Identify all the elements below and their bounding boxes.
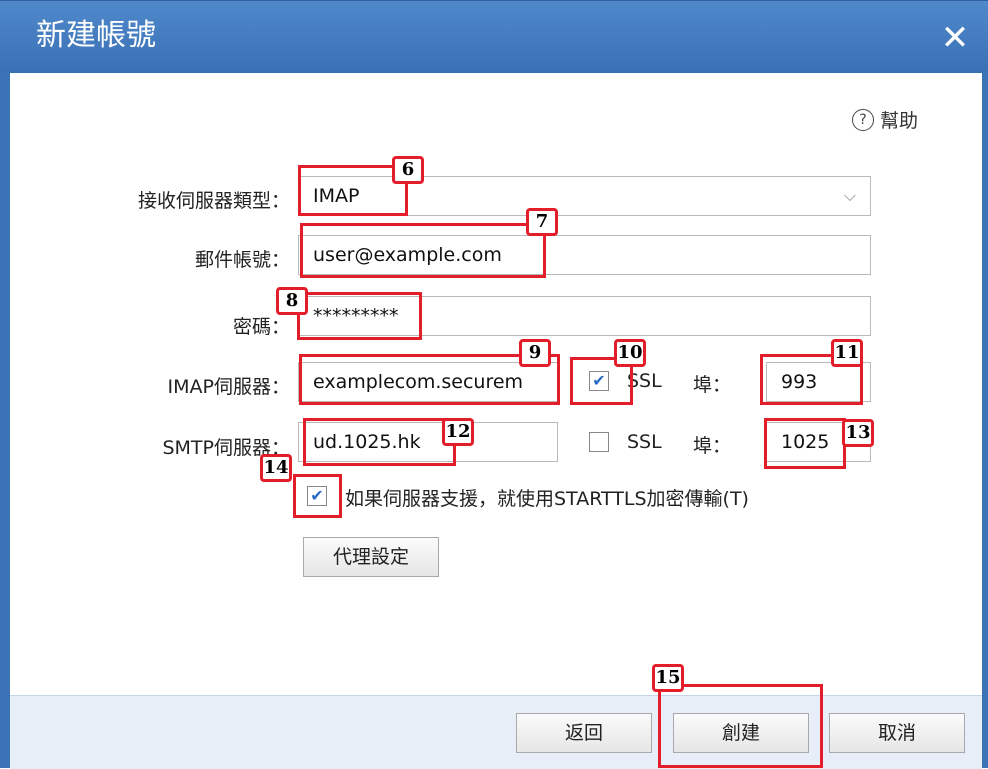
annotation-badge-13: 13 [842, 419, 874, 447]
annotation-badge-7: 7 [526, 208, 558, 236]
create-button[interactable]: 創建 [673, 713, 809, 753]
help-circle-icon: ? [852, 108, 874, 131]
imap-ssl-label: SSL [627, 370, 662, 392]
cancel-button[interactable]: 取消 [829, 713, 965, 753]
email-label: 郵件帳號： [194, 249, 290, 271]
annotation-badge-9: 9 [519, 339, 551, 367]
annotation-badge-12: 12 [442, 418, 474, 446]
close-icon[interactable]: ✕ [938, 21, 972, 55]
password-label: 密碼： [232, 316, 290, 338]
help-link[interactable]: ? 幫助 [852, 106, 918, 133]
server-type-value: IMAP [313, 185, 360, 207]
imap-port-field[interactable]: 993 [766, 362, 871, 402]
title-bar: 新建帳號 ✕ [0, 0, 988, 73]
new-account-dialog: 新建帳號 ✕ ? 幫助 接收伺服器類型： IMAP ⌵ 郵件帳號： user@e… [0, 0, 988, 769]
back-button[interactable]: 返回 [516, 713, 652, 753]
imap-server-label: IMAP伺服器： [167, 376, 290, 398]
smtp-ssl-checkbox[interactable]: ✔ [589, 432, 609, 452]
email-field[interactable]: user@example.com [298, 235, 871, 275]
smtp-ssl-label: SSL [627, 431, 662, 453]
imap-port-label: 埠： [693, 374, 732, 396]
smtp-server-label: SMTP伺服器： [162, 437, 290, 459]
annotation-badge-6: 6 [392, 156, 424, 184]
annotation-badge-10: 10 [614, 339, 646, 367]
annotation-badge-15: 15 [652, 664, 684, 692]
imap-server-field[interactable]: examplecom.securem [298, 362, 558, 402]
starttls-checkbox[interactable]: ✔ [307, 486, 327, 506]
annotation-badge-11: 11 [831, 339, 863, 367]
annotation-badge-14: 14 [260, 454, 292, 482]
smtp-server-field[interactable]: ud.1025.hk [298, 422, 558, 462]
smtp-port-label: 埠： [693, 435, 732, 457]
starttls-label: 如果伺服器支援，就使用STARTTLS加密傳輸(T) [345, 488, 749, 510]
server-type-select[interactable]: IMAP ⌵ [298, 176, 871, 216]
imap-ssl-checkbox[interactable]: ✔ [589, 371, 609, 391]
password-field[interactable]: ********* [298, 296, 871, 336]
dialog-title: 新建帳號 [36, 18, 156, 53]
server-type-label: 接收伺服器類型： [137, 190, 290, 212]
window-border-left [0, 72, 10, 768]
chevron-down-icon: ⌵ [843, 186, 856, 205]
proxy-settings-button[interactable]: 代理設定 [303, 537, 439, 577]
help-label: 幫助 [880, 110, 919, 132]
window-border-right [982, 72, 988, 768]
annotation-badge-8: 8 [276, 287, 308, 315]
